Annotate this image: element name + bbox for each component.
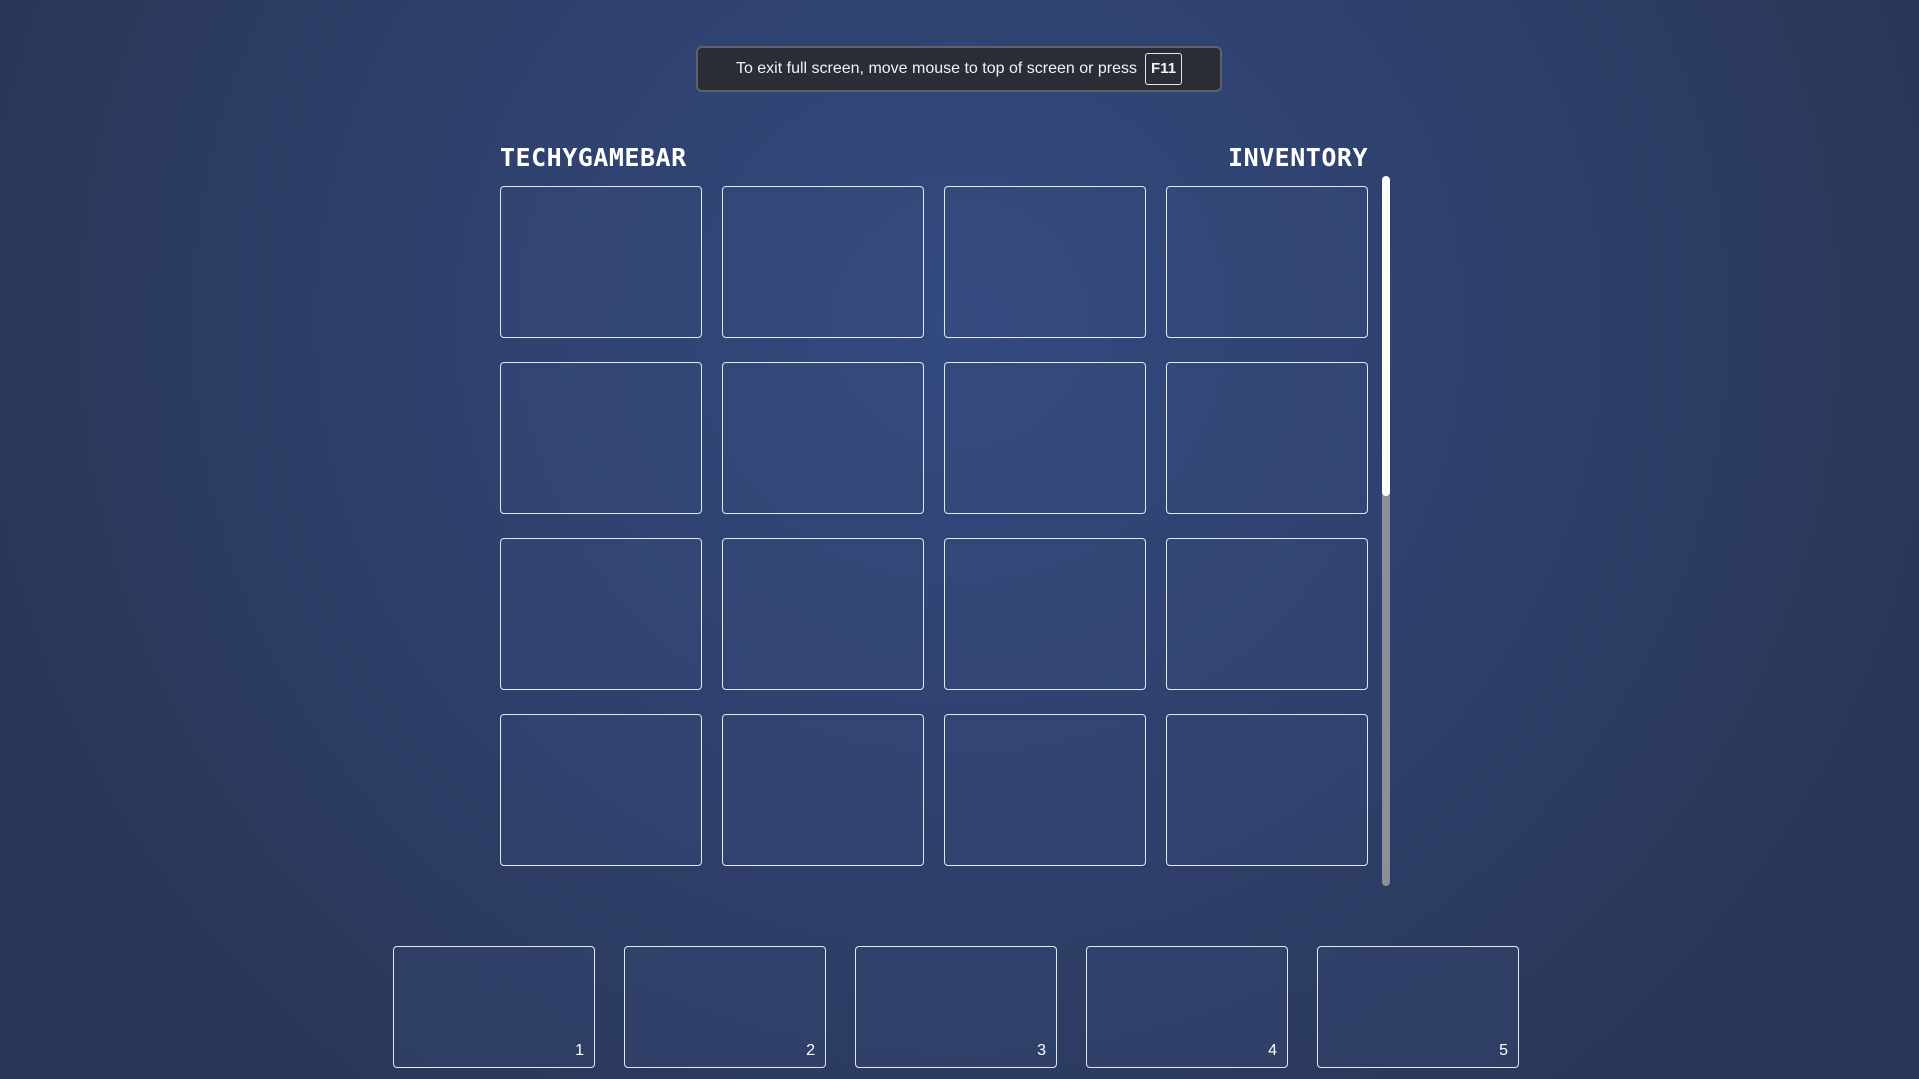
inventory-slot[interactable] bbox=[500, 714, 702, 866]
inventory-scrollbar[interactable] bbox=[1382, 176, 1390, 886]
hotbar-slot-number: 5 bbox=[1499, 1042, 1508, 1059]
hotbar-slot-number: 3 bbox=[1037, 1042, 1046, 1059]
fullscreen-notice-text: To exit full screen, move mouse to top o… bbox=[735, 60, 1138, 77]
hotbar-slot-number: 2 bbox=[806, 1042, 815, 1059]
hotbar-slot-2[interactable]: 2 bbox=[624, 946, 826, 1068]
inventory-slot[interactable] bbox=[1166, 538, 1368, 690]
inventory-slot[interactable] bbox=[944, 714, 1146, 866]
fullscreen-exit-notice: To exit full screen, move mouse to top o… bbox=[696, 46, 1222, 92]
inventory-slot[interactable] bbox=[1166, 362, 1368, 514]
inventory-slot[interactable] bbox=[944, 538, 1146, 690]
inventory-slot[interactable] bbox=[722, 714, 924, 866]
brand-title: TECHYGAMEBAR bbox=[500, 143, 687, 172]
inventory-slot[interactable] bbox=[500, 538, 702, 690]
hotbar-slot-5[interactable]: 5 bbox=[1317, 946, 1519, 1068]
f11-key-badge: F11 bbox=[1145, 53, 1183, 85]
hotbar-slot-1[interactable]: 1 bbox=[393, 946, 595, 1068]
inventory-grid bbox=[500, 186, 1368, 866]
inventory-slot[interactable] bbox=[1166, 186, 1368, 338]
inventory-slot[interactable] bbox=[722, 538, 924, 690]
inventory-slot[interactable] bbox=[500, 362, 702, 514]
inventory-slot[interactable] bbox=[944, 362, 1146, 514]
inventory-title: INVENTORY bbox=[1228, 143, 1368, 172]
inventory-slot[interactable] bbox=[944, 186, 1146, 338]
hotbar-slot-number: 1 bbox=[575, 1042, 584, 1059]
inventory-slot[interactable] bbox=[1166, 714, 1368, 866]
hotbar-slot-3[interactable]: 3 bbox=[855, 946, 1057, 1068]
inventory-slot[interactable] bbox=[722, 362, 924, 514]
inventory-slot[interactable] bbox=[722, 186, 924, 338]
hotbar-slot-number: 4 bbox=[1268, 1042, 1277, 1059]
hotbar: 1 2 3 4 5 bbox=[393, 946, 1519, 1068]
hotbar-slot-4[interactable]: 4 bbox=[1086, 946, 1288, 1068]
inventory-slot[interactable] bbox=[500, 186, 702, 338]
scrollbar-thumb[interactable] bbox=[1382, 176, 1390, 496]
